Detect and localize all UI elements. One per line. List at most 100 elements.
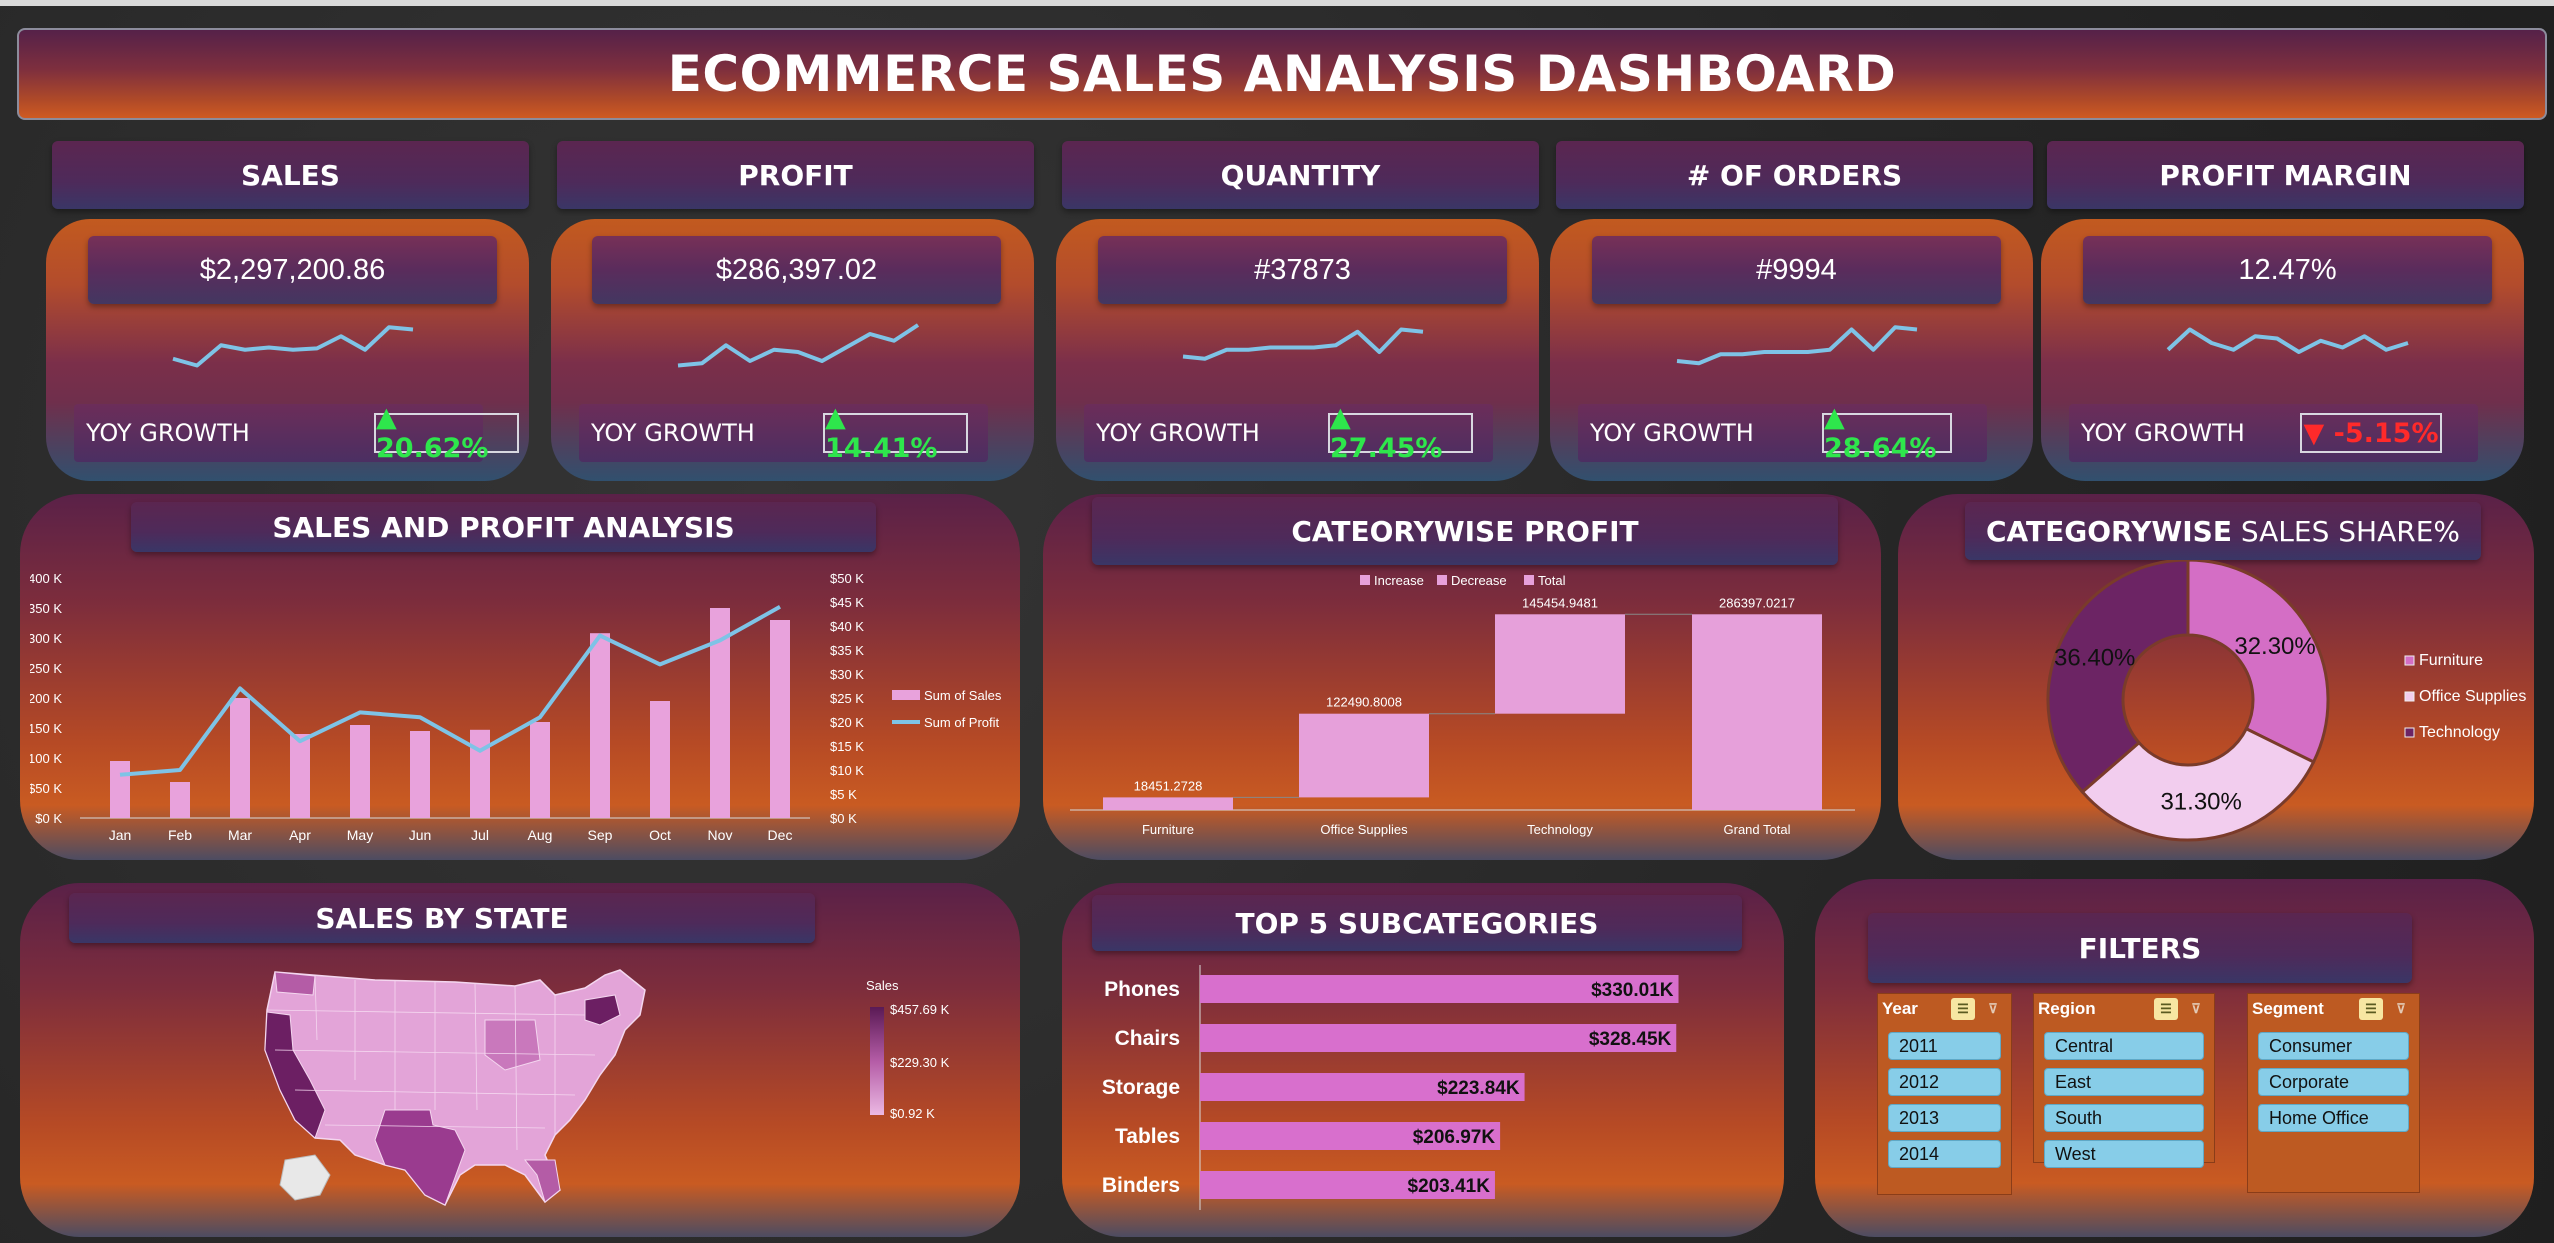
sales-bar (290, 734, 310, 818)
map-legend-title: Sales (866, 978, 899, 993)
slicer-item[interactable]: Central (2044, 1032, 2204, 1060)
clear-filter-icon[interactable]: ⊽ (1981, 998, 2005, 1020)
kpi-yoy-value-0: ▲ 20.62% (374, 402, 519, 464)
kpi-label-4: PROFIT MARGIN (2047, 141, 2524, 209)
waterfall-bar (1299, 713, 1429, 798)
us-map (264, 969, 646, 1207)
slicer-item[interactable]: 2012 (1888, 1068, 2001, 1096)
right-axis-tick: $5 K (830, 787, 857, 802)
left-axis-tick: $200 K (30, 691, 62, 706)
slicer-item[interactable]: 2014 (1888, 1140, 2001, 1168)
subcategory-value-label: $206.97K (1413, 1127, 1496, 1148)
right-axis-tick: $25 K (830, 691, 864, 706)
sales-bar (530, 722, 550, 818)
legend-swatch (1360, 575, 1370, 585)
clear-filter-icon[interactable]: ⊽ (2389, 998, 2413, 1020)
kpi-sparkline-4 (2166, 327, 2409, 354)
slicer-item[interactable]: Home Office (2258, 1104, 2409, 1132)
sales-bar (590, 633, 610, 818)
kpi-value-3: #9994 (1592, 236, 2001, 304)
donut-data-label: 36.40% (2054, 645, 2135, 672)
slicer-item[interactable]: East (2044, 1068, 2204, 1096)
kpi-yoy-value-2: ▲ 27.45% (1328, 402, 1473, 464)
donut-data-label: 31.30% (2160, 789, 2241, 816)
slicer-year: Year ☰ ⊽ 2011 2012 2013 2014 (1877, 993, 2012, 1195)
kpi-spark-line-3 (1676, 325, 1917, 366)
kpi-yoy-bar-4: YOY GROWTH ▼ -5.15% (2069, 404, 2478, 462)
kpi-yoy-label-0: YOY GROWTH (86, 419, 250, 447)
kpi-yoy-value-1: ▲ 14.41% (823, 402, 968, 464)
kpi-spark-line-1 (677, 323, 919, 368)
clear-filter-icon[interactable]: ⊽ (2184, 998, 2208, 1020)
slicer-title: Region (2038, 999, 2096, 1018)
kpi-spark-line-4 (2166, 327, 2409, 354)
left-axis-tick: $50 K (30, 781, 62, 796)
multi-select-icon[interactable]: ☰ (1951, 998, 1975, 1020)
sales-by-state-title: SALES BY STATE (69, 893, 815, 943)
x-axis-tick: Feb (168, 827, 192, 843)
subcategory-label: Chairs (1115, 1027, 1180, 1050)
legend-label: Furniture (2419, 652, 2483, 669)
subcategory-label: Storage (1102, 1076, 1180, 1099)
x-axis-tick: Mar (228, 827, 252, 843)
slicer-item[interactable]: 2013 (1888, 1104, 2001, 1132)
slicer-item[interactable]: West (2044, 1140, 2204, 1168)
waterfall-bar (1692, 614, 1822, 810)
x-axis-tick: Technology (1527, 822, 1593, 837)
window-top-border (0, 0, 2554, 6)
sales-profit-chart: $0 K $50 K $100 K $150 K $200 K $250 K $300 K $… (30, 571, 1002, 843)
category-profit-chart: Increase Decrease Total 18451.2728 Furniture… (1070, 573, 1855, 837)
slicer-item[interactable]: Consumer (2258, 1032, 2409, 1060)
x-axis-tick: May (347, 827, 373, 843)
x-axis-tick: Apr (289, 827, 311, 843)
category-share-title-rest: SALES SHARE% (2231, 514, 2460, 548)
sales-bar (410, 731, 430, 818)
sales-bar (110, 761, 130, 818)
kpi-yoy-label-3: YOY GROWTH (1590, 419, 1754, 447)
sales-bar (350, 725, 370, 818)
kpi-sparkline-0 (171, 325, 413, 368)
legend-label: Office Supplies (2419, 688, 2526, 705)
slicer-item[interactable]: South (2044, 1104, 2204, 1132)
subcategory-label: Phones (1104, 978, 1180, 1001)
left-axis-tick: $250 K (30, 661, 62, 676)
legend-label: Total (1538, 573, 1566, 588)
category-share-title-bold: CATEGORYWISE (1985, 514, 2232, 548)
kpi-sparkline-3 (1676, 325, 1917, 366)
kpi-value-4: 12.47% (2083, 236, 2492, 304)
kpi-label-0: SALES (52, 141, 529, 209)
category-profit-title: CATEORYWISE PROFIT (1092, 497, 1838, 565)
donut-slice (2046, 560, 2190, 795)
sales-bar (230, 698, 250, 818)
slicer-item[interactable]: 2011 (1888, 1032, 2001, 1060)
right-axis-tick: $50 K (830, 571, 864, 586)
donut-slice (2186, 560, 2330, 764)
slicer-item[interactable]: Corporate (2258, 1068, 2409, 1096)
multi-select-icon[interactable]: ☰ (2359, 998, 2383, 1020)
x-axis-tick: Nov (708, 827, 733, 843)
x-axis-tick: Furniture (1142, 822, 1194, 837)
map-legend-min: $0.92 K (890, 1106, 935, 1121)
slicer-region: Region ☰ ⊽ Central East South West (2033, 993, 2215, 1168)
filters-title: FILTERS (1868, 913, 2412, 983)
kpi-value-2: #37873 (1098, 236, 1507, 304)
kpi-value-1: $286,397.02 (592, 236, 1001, 304)
subcategory-label: Tables (1115, 1125, 1180, 1148)
legend-sales-label: Sum of Sales (924, 688, 1002, 703)
sales-profit-title: SALES AND PROFIT ANALYSIS (131, 502, 876, 552)
subcategory-value-label: $330.01K (1591, 980, 1674, 1001)
alaska-region (279, 1154, 331, 1201)
x-axis-tick: Office Supplies (1320, 822, 1408, 837)
right-axis-tick: $35 K (830, 643, 864, 658)
subcategory-value-label: $203.41K (1408, 1176, 1491, 1197)
subcategory-value-label: $328.45K (1589, 1029, 1672, 1050)
top5-chart: Phones $330.01K Chairs $328.45K Storage $223.… (1102, 965, 1679, 1210)
legend-profit-label: Sum of Profit (924, 715, 1000, 730)
sales-bar (650, 701, 670, 818)
sales-bar (770, 620, 790, 818)
legend-sales-swatch (892, 690, 920, 700)
kpi-yoy-value-3: ▲ 28.64% (1822, 402, 1952, 464)
waterfall-data-label: 286397.0217 (1719, 595, 1795, 610)
multi-select-icon[interactable]: ☰ (2154, 998, 2178, 1020)
left-axis-tick: $150 K (30, 721, 62, 736)
